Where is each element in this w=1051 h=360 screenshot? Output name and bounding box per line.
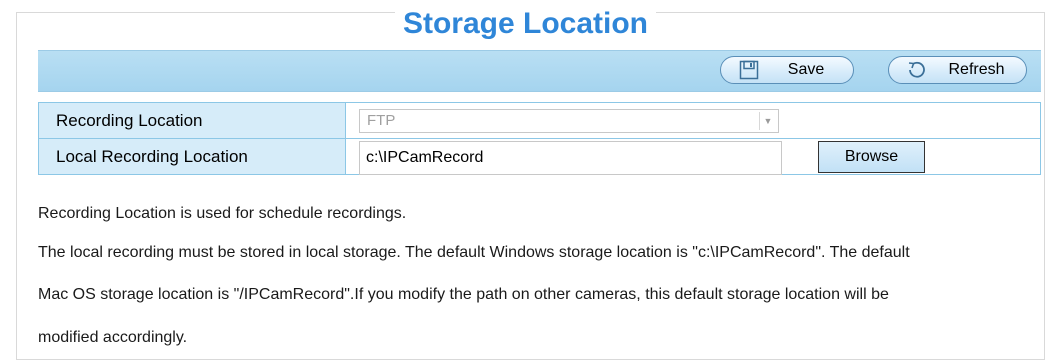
local-recording-location-label: Local Recording Location <box>38 138 346 175</box>
browse-button[interactable]: Browse <box>818 141 925 173</box>
title-row: Storage Location <box>0 6 1051 42</box>
refresh-button-label: Refresh <box>948 61 1005 78</box>
recording-location-label: Recording Location <box>38 102 346 139</box>
local-recording-location-row: Local Recording Location Browse <box>38 138 1041 175</box>
chevron-down-icon[interactable]: ▼ <box>759 112 776 130</box>
refresh-button[interactable]: Refresh <box>888 56 1027 84</box>
note-line: Mac OS storage location is "/IPCamRecord… <box>38 286 889 303</box>
note-line: Recording Location is used for schedule … <box>38 205 407 222</box>
local-recording-location-cell: Browse <box>345 138 1041 175</box>
recording-location-row: Recording Location FTP ▼ <box>38 102 1041 139</box>
toolbar: Save Refresh <box>38 50 1041 92</box>
note-line: modified accordingly. <box>38 329 188 346</box>
note-line: The local recording must be stored in lo… <box>38 244 910 261</box>
page-title: Storage Location <box>394 6 657 42</box>
storage-settings-table: Recording Location FTP ▼ Local Recording… <box>38 102 1041 175</box>
recording-location-select[interactable]: FTP ▼ <box>359 109 779 133</box>
save-disk-icon <box>739 60 759 80</box>
refresh-icon <box>907 60 927 80</box>
recording-location-selected-value: FTP <box>367 112 396 129</box>
recording-location-cell: FTP ▼ <box>345 102 1041 139</box>
save-button[interactable]: Save <box>720 56 854 84</box>
save-button-label: Save <box>787 61 825 78</box>
local-recording-path-input[interactable] <box>359 141 782 175</box>
